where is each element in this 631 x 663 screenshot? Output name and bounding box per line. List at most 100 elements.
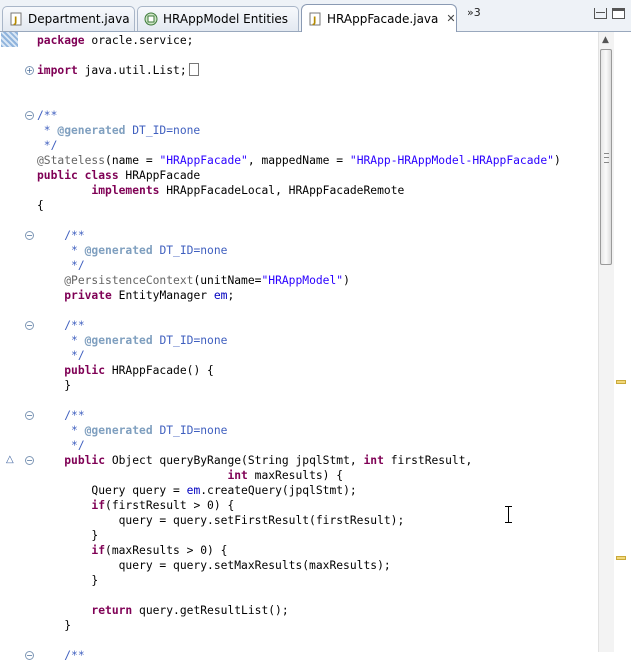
code-line[interactable]: { — [37, 198, 561, 213]
code-line[interactable]: public class HRAppFacade — [37, 168, 561, 183]
code-line[interactable]: query = query.setFirstResult(firstResult… — [37, 513, 561, 528]
tab-department-java[interactable]: J Department.java — [2, 6, 135, 31]
tab-overflow-button[interactable]: »3 — [467, 6, 481, 19]
code-token: * — [64, 244, 85, 257]
code-token: EntityManager — [118, 289, 214, 302]
code-editor[interactable]: △ + − − − − − − package oracle.service; import … — [0, 32, 631, 662]
code-token: * — [37, 124, 58, 137]
code-line[interactable]: * @generated DT_ID=none — [37, 333, 561, 348]
expand-fold-icon[interactable]: + — [25, 66, 34, 75]
blank-line[interactable] — [37, 303, 561, 318]
code-line[interactable]: private EntityManager em; — [37, 288, 561, 303]
blank-line[interactable] — [37, 393, 561, 408]
code-token: "HRAppModel" — [261, 274, 344, 287]
code-token: @Stateless — [37, 154, 106, 167]
code-line[interactable]: implements HRAppFacadeLocal, HRAppFacade… — [37, 183, 561, 198]
code-token: /** — [64, 409, 85, 422]
blank-line[interactable] — [37, 213, 561, 228]
minimize-icon[interactable] — [594, 8, 607, 19]
code-token: (firstResult > 0) { — [105, 499, 235, 512]
collapse-fold-icon[interactable]: − — [25, 411, 34, 420]
collapse-fold-icon[interactable]: − — [25, 231, 34, 240]
code-line[interactable]: * @generated DT_ID=none — [37, 243, 561, 258]
code-line[interactable]: package oracle.service; — [37, 33, 561, 48]
code-line[interactable]: */ — [37, 258, 561, 273]
tab-label: Department.java — [28, 12, 130, 26]
blank-line[interactable] — [37, 78, 561, 93]
code-line[interactable]: @Stateless(name = "HRAppFacade", mappedN… — [37, 153, 561, 168]
blank-line[interactable] — [37, 93, 561, 108]
code-line[interactable]: /** — [37, 648, 561, 663]
code-token: DT_ID=none — [152, 244, 228, 257]
code-line[interactable]: } — [37, 528, 561, 543]
close-icon[interactable]: ✕ — [446, 12, 455, 25]
code-line[interactable]: if(maxResults > 0) { — [37, 543, 561, 558]
code-line[interactable]: */ — [37, 138, 561, 153]
tab-hrappfacade-java[interactable]: J HRAppFacade.java ✕ — [301, 4, 457, 32]
code-token: .createQuery(jpqlStmt); — [200, 484, 357, 497]
code-line[interactable]: /** — [37, 228, 561, 243]
collapse-fold-icon[interactable]: − — [25, 456, 34, 465]
code-line[interactable]: /** — [37, 318, 561, 333]
override-indicator-icon[interactable]: △ — [6, 454, 14, 465]
code-line[interactable]: } — [37, 618, 561, 633]
scrollbar-thumb[interactable] — [600, 49, 612, 265]
code-line[interactable]: } — [37, 378, 561, 393]
warning-marker[interactable] — [616, 380, 626, 384]
blank-line[interactable] — [37, 48, 561, 63]
code-line[interactable]: */ — [37, 438, 561, 453]
collapse-fold-icon[interactable]: − — [25, 651, 34, 660]
code-line[interactable]: int maxResults) { — [37, 468, 561, 483]
folded-imports-icon[interactable] — [188, 63, 199, 76]
code-line[interactable]: query = query.setMaxResults(maxResults); — [37, 558, 561, 573]
collapse-fold-icon[interactable]: − — [25, 321, 34, 330]
code-token: /** — [64, 649, 85, 662]
code-token: */ — [64, 259, 85, 272]
blank-line[interactable] — [37, 588, 561, 603]
code-line[interactable]: /** — [37, 108, 561, 123]
code-token: } — [37, 619, 72, 632]
code-token: ; — [227, 289, 235, 302]
scroll-up-arrow-icon[interactable]: ▲ — [602, 35, 609, 45]
code-line[interactable]: import java.util.List; — [37, 63, 561, 78]
code-line[interactable]: @PersistenceContext(unitName="HRAppModel… — [37, 273, 561, 288]
tab-label: HRAppModel Entities — [163, 12, 289, 26]
code-token: package — [37, 34, 92, 47]
code-line[interactable]: * @generated DT_ID=none — [37, 123, 561, 138]
code-line[interactable]: public HRAppFacade() { — [37, 363, 561, 378]
code-line[interactable]: if(firstResult > 0) { — [37, 498, 561, 513]
code-line[interactable]: } — [37, 573, 561, 588]
blank-line[interactable] — [37, 633, 561, 648]
code-token: @generated — [84, 244, 153, 257]
grip-icon — [604, 153, 609, 163]
code-line[interactable]: */ — [37, 348, 561, 363]
code-text[interactable]: package oracle.service; import java.util.… — [37, 33, 561, 663]
code-token: java.util.List; — [84, 64, 187, 77]
code-token: firstResult, — [390, 454, 473, 467]
code-line[interactable]: * @generated DT_ID=none — [37, 423, 561, 438]
maximize-icon[interactable] — [612, 8, 625, 19]
code-line[interactable]: Query query = em.createQuery(jpqlStmt); — [37, 483, 561, 498]
code-token: DT_ID=none — [152, 334, 228, 347]
collapse-fold-icon[interactable]: − — [25, 111, 34, 120]
current-line-marker — [1, 32, 18, 47]
tab-hrappmodel-entities[interactable]: HRAppModel Entities — [137, 6, 299, 31]
vertical-scrollbar[interactable]: ▲ — [598, 32, 614, 652]
code-line[interactable]: /** — [37, 408, 561, 423]
code-token: (unitName= — [193, 274, 262, 287]
code-token: return — [91, 604, 140, 617]
code-token: @PersistenceContext — [64, 274, 194, 287]
warning-marker[interactable] — [616, 556, 626, 560]
code-line[interactable]: public Object queryByRange(String jpqlSt… — [37, 453, 561, 468]
code-line[interactable]: return query.getResultList(); — [37, 603, 561, 618]
